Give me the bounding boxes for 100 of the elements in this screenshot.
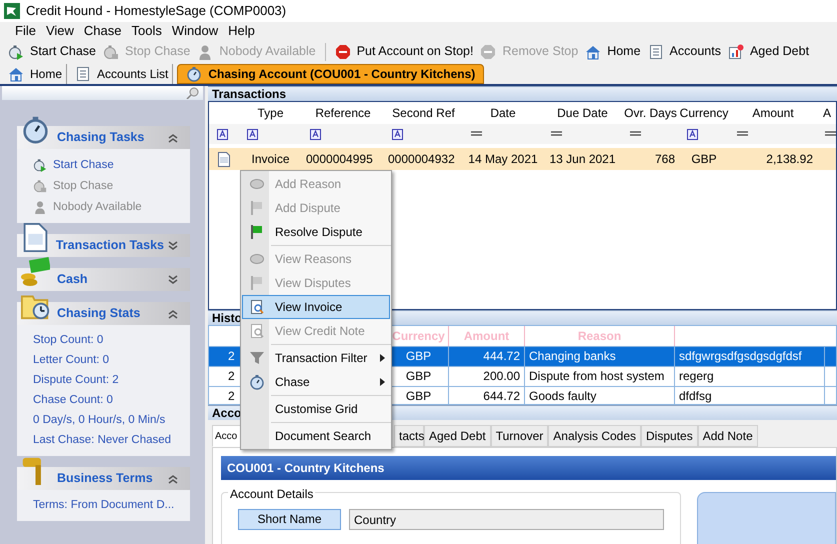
column-header[interactable]: Due Date bbox=[543, 104, 622, 122]
column-header[interactable]: Date bbox=[463, 104, 543, 122]
window-title: Credit Hound - HomestyleSage (COMP0003) bbox=[26, 2, 286, 20]
table-cell: Changing banks bbox=[525, 347, 675, 366]
text-filter-icon[interactable] bbox=[392, 128, 403, 140]
cash-icon bbox=[21, 257, 50, 286]
panel-title: Cash bbox=[57, 271, 89, 288]
column-header[interactable]: Currency bbox=[679, 104, 729, 122]
flag-icon bbox=[249, 200, 265, 216]
account-tab[interactable]: Disputes bbox=[641, 425, 698, 447]
menu-item[interactable]: Document Search bbox=[242, 424, 390, 448]
field-label: Short Name bbox=[238, 509, 341, 530]
chart-icon bbox=[728, 44, 744, 60]
text-filter-icon[interactable] bbox=[310, 128, 321, 140]
value-filter-icon[interactable] bbox=[630, 131, 641, 137]
account-tab[interactable]: Aged Debt bbox=[424, 425, 491, 447]
stat-text: Chase Count: 0 bbox=[33, 393, 114, 408]
menu-item[interactable]: Window bbox=[166, 21, 224, 41]
document-tab[interactable]: Chasing Account (COU001 - Country Kitchens) bbox=[177, 64, 484, 84]
expand-icon[interactable] bbox=[168, 240, 178, 250]
stopwatch-icon bbox=[103, 44, 120, 60]
stopwatch-icon bbox=[186, 66, 202, 82]
table-cell: sdfgwrgsdfgsdgsdgfdsf bbox=[675, 347, 825, 366]
collapse-icon[interactable] bbox=[168, 308, 178, 318]
toolbar-button[interactable]: Aged Debt bbox=[728, 42, 810, 61]
stopwatch-icon bbox=[21, 115, 50, 144]
table-cell: 200.00 bbox=[449, 367, 525, 386]
speech-icon bbox=[249, 176, 265, 192]
menu-item[interactable]: View bbox=[40, 21, 79, 41]
document-search-icon bbox=[249, 299, 265, 315]
column-header[interactable]: Second Ref bbox=[384, 104, 463, 122]
stat-text: 0 Day/s, 0 Hour/s, 0 Min/s bbox=[33, 413, 166, 428]
column-header[interactable]: Reference bbox=[302, 104, 384, 122]
menu-item[interactable]: Help bbox=[223, 21, 260, 41]
section-title: Transactions bbox=[212, 88, 286, 100]
table-cell: regerg bbox=[675, 367, 825, 386]
stopwatch-icon bbox=[33, 179, 47, 193]
app-logo-icon bbox=[4, 3, 20, 19]
text-filter-icon[interactable] bbox=[217, 128, 228, 140]
transaction-row[interactable]: Invoice 0000004995 0000004932 14 May 2021 13 Jun 2021 768 GBP 2,138.92 bbox=[209, 148, 836, 170]
stopwatch-icon bbox=[249, 374, 265, 390]
column-header[interactable]: A bbox=[817, 104, 836, 122]
value-filter-icon[interactable] bbox=[825, 131, 836, 137]
value-filter-icon[interactable] bbox=[551, 131, 562, 137]
panel-header[interactable]: Business Terms bbox=[17, 456, 190, 490]
table-cell-text: 0000004932 bbox=[387, 151, 456, 168]
table-cell-text: 0000004995 bbox=[305, 151, 374, 168]
table-cell-text: 14 May 2021 bbox=[467, 151, 539, 168]
panel-title: Business Terms bbox=[57, 470, 154, 488]
toolbar-button[interactable]: Put Account on Stop! bbox=[334, 42, 474, 61]
task-link[interactable]: Start Chase bbox=[33, 157, 190, 173]
panel-title: Chasing Tasks bbox=[57, 129, 146, 146]
stop-sign-icon bbox=[334, 44, 351, 60]
menu-item[interactable]: File bbox=[10, 21, 41, 41]
panel-header[interactable]: Transaction Tasks bbox=[17, 223, 190, 257]
home-icon bbox=[8, 66, 24, 82]
flag-icon bbox=[249, 275, 265, 291]
document-search-icon bbox=[249, 323, 265, 339]
document-icon bbox=[21, 223, 50, 252]
toolbar-button[interactable]: Accounts bbox=[648, 42, 721, 61]
table-cell-text: GBP bbox=[690, 151, 718, 168]
account-tab[interactable]: Add Note bbox=[698, 425, 758, 447]
table-cell-text: 13 Jun 2021 bbox=[548, 151, 617, 168]
column-header[interactable]: Type bbox=[239, 104, 302, 122]
speech-icon bbox=[249, 251, 265, 267]
person-icon bbox=[197, 44, 214, 60]
expand-icon[interactable] bbox=[168, 274, 178, 284]
text-filter-icon[interactable] bbox=[687, 128, 698, 140]
collapse-icon[interactable] bbox=[168, 132, 178, 142]
column-header[interactable]: Amount bbox=[729, 104, 817, 122]
menu-item[interactable]: Tools bbox=[126, 21, 167, 41]
account-tab[interactable]: Analysis Codes bbox=[548, 425, 642, 447]
account-tab[interactable]: Turnover bbox=[490, 425, 548, 447]
stat-text: Letter Count: 0 bbox=[33, 353, 110, 368]
account-tab[interactable]: tacts bbox=[394, 425, 424, 447]
home-icon bbox=[585, 44, 602, 60]
panel-title: Chasing Stats bbox=[57, 305, 142, 322]
stopwatch-icon bbox=[33, 158, 47, 172]
text-filter-icon[interactable] bbox=[247, 128, 258, 140]
panel-header[interactable]: Chasing Tasks bbox=[17, 115, 190, 149]
toolbar-button[interactable]: Home bbox=[585, 42, 641, 61]
document-tab[interactable]: Home bbox=[4, 64, 68, 84]
person-icon bbox=[33, 200, 47, 214]
menu-item[interactable]: Chase bbox=[78, 21, 126, 41]
document-list-icon bbox=[75, 66, 92, 82]
panel-header[interactable]: Cash bbox=[17, 257, 190, 291]
value-filter-icon[interactable] bbox=[737, 131, 748, 137]
document-list-icon bbox=[648, 44, 664, 60]
document-icon bbox=[218, 152, 230, 166]
input-field[interactable]: Country bbox=[349, 509, 664, 530]
column-header[interactable]: Ovr. Days bbox=[622, 104, 679, 122]
collapse-icon[interactable] bbox=[168, 474, 178, 484]
stat-text: Terms: From Document D... bbox=[33, 498, 176, 513]
document-tab[interactable]: Accounts List bbox=[71, 64, 174, 84]
flag-icon bbox=[249, 224, 265, 240]
value-filter-icon[interactable] bbox=[471, 131, 482, 137]
menu-item[interactable]: Resolve Dispute bbox=[242, 220, 390, 244]
banner-title: COU001 - Country Kitchens bbox=[227, 460, 384, 477]
menu-item[interactable]: View Invoice bbox=[242, 295, 390, 319]
toolbar-button[interactable]: Start Chase bbox=[8, 42, 96, 61]
